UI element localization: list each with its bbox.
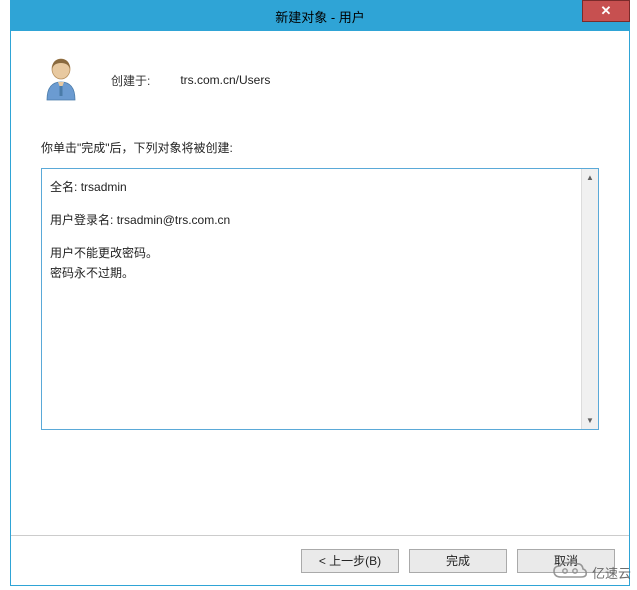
finish-button[interactable]: 完成 [409, 549, 507, 573]
window-title: 新建对象 - 用户 [275, 7, 365, 26]
summary-box: 全名: trsadmin 用户登录名: trsadmin@trs.com.cn … [41, 168, 599, 430]
watermark-text: 亿速云 [592, 563, 631, 582]
dialog-window: 新建对象 - 用户 ✕ 创建于: trs.com.cn/Users 你单击"完成… [10, 0, 630, 586]
created-in-path: trs.com.cn/Users [180, 73, 270, 87]
titlebar[interactable]: 新建对象 - 用户 ✕ [11, 1, 629, 31]
watermark: 亿速云 [552, 561, 631, 584]
summary-logon-name: 用户登录名: trsadmin@trs.com.cn [50, 212, 573, 229]
close-icon: ✕ [601, 3, 612, 19]
header-row: 创建于: trs.com.cn/Users [41, 56, 599, 104]
back-button[interactable]: < 上一步(B) [301, 549, 399, 573]
scroll-up-arrow-icon[interactable]: ▲ [582, 169, 598, 186]
summary-cannot-change-pw: 用户不能更改密码。 [50, 245, 573, 262]
cloud-logo-icon [552, 561, 588, 584]
created-in-label: 创建于: [111, 72, 150, 89]
button-bar: < 上一步(B) 完成 取消 [11, 535, 629, 585]
summary-full-name: 全名: trsadmin [50, 179, 573, 196]
prompt-text: 你单击"完成"后，下列对象将被创建: [41, 139, 599, 156]
summary-pw-never-expires: 密码永不过期。 [50, 265, 573, 282]
user-icon [41, 56, 81, 104]
vertical-scrollbar[interactable]: ▲ ▼ [581, 169, 598, 429]
scroll-down-arrow-icon[interactable]: ▼ [582, 412, 598, 429]
close-button[interactable]: ✕ [582, 0, 630, 22]
dialog-content: 创建于: trs.com.cn/Users 你单击"完成"后，下列对象将被创建:… [11, 31, 629, 430]
summary-text: 全名: trsadmin 用户登录名: trsadmin@trs.com.cn … [42, 169, 581, 429]
